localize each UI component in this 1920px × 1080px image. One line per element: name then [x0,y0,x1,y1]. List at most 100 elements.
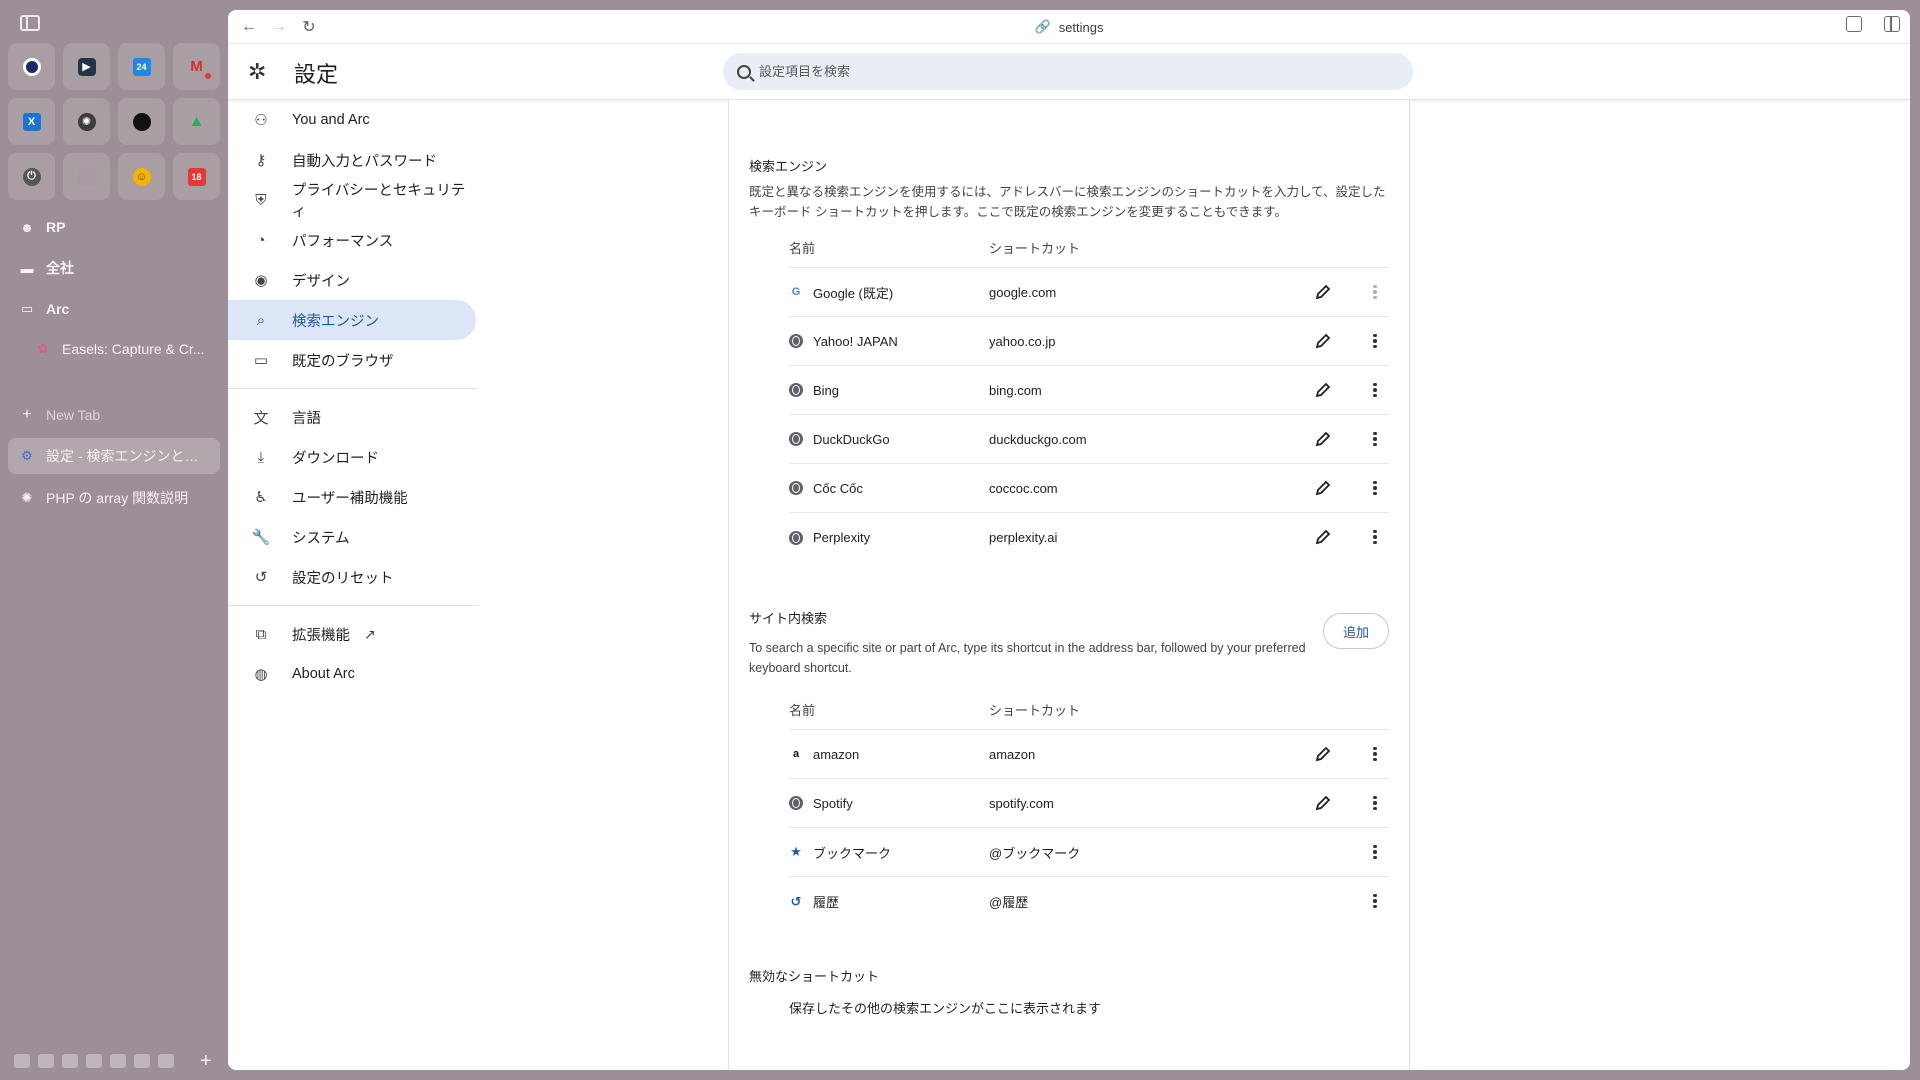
inactive-empty-note: 保存したその他の検索エンジンがここに表示されます [789,1001,1102,1016]
new-tab-button[interactable]: + New Tab [8,397,220,433]
nav-design[interactable]: ◉ デザイン [228,260,476,300]
more-options-icon[interactable] [1369,331,1381,351]
favorite-tile[interactable]: ⏻ [8,153,55,200]
site-name: amazon [813,746,860,762]
external-link-icon: ↗ [364,625,376,642]
space-switch-icon[interactable] [110,1054,126,1068]
nav-extensions[interactable]: ⧉ 拡張機能 ↗ [228,614,476,654]
more-options-icon[interactable] [1369,380,1381,400]
search-icon [737,64,751,79]
favorite-tile[interactable]: M [173,43,220,90]
nav-label: 設定のリセット [292,570,394,587]
favorite-tile[interactable]: ☺ [118,153,165,200]
table-row: Cốc Cốc coccoc.com [789,464,1389,513]
engine-name: Yahoo! JAPAN [813,333,898,349]
edit-icon[interactable] [1313,282,1333,302]
favorite-tile[interactable]: ▲ [173,98,220,145]
more-options-icon[interactable] [1369,282,1381,302]
nav-language[interactable]: 文 言語 [228,397,476,437]
table-row: DuckDuckGo duckduckgo.com [789,415,1389,464]
reset-icon: ↺ [254,569,268,586]
folder-all-company[interactable]: ▬ 全社 [8,250,220,286]
more-options-icon[interactable] [1369,793,1381,813]
nav-search-engine[interactable]: ⌕ 検索エンジン [228,300,476,340]
nav-label: 拡張機能 [292,627,350,644]
edit-icon[interactable] [1313,793,1333,813]
nav-label: デザイン [292,273,350,290]
more-options-icon[interactable] [1369,744,1381,764]
tab-php[interactable]: ✺ PHP の array 関数説明 [8,480,220,516]
favorite-tile[interactable]: 18 [173,153,220,200]
search-input[interactable] [759,64,1359,79]
edit-icon[interactable] [1313,380,1333,400]
favorite-tile[interactable] [63,153,110,200]
edit-icon[interactable] [1313,527,1333,547]
arc-logo-icon: ◍ [254,666,268,683]
nav-system[interactable]: 🔧 システム [228,517,476,557]
favorite-tile[interactable] [8,43,55,90]
favorite-tile[interactable]: ✺ [63,98,110,145]
favorite-tile[interactable]: X [8,98,55,145]
star-icon: ★ [790,844,802,859]
titlebar: ← → ↻ 🔗 settings [228,10,1910,44]
favorite-tile[interactable]: ▶ [63,43,110,90]
more-options-icon[interactable] [1369,429,1381,449]
capture-icon[interactable] [1846,16,1862,32]
space-switch-icon[interactable] [158,1054,174,1068]
table-row: a amazon amazon [789,730,1389,779]
library-icon[interactable] [14,1054,30,1068]
back-button[interactable]: ← [234,14,264,40]
search-icon: ⌕ [256,311,266,329]
engine-name: DuckDuckGo [813,431,890,447]
space-switch-icon[interactable] [134,1054,150,1068]
folder-arc[interactable]: ▭ Arc [8,291,220,327]
edit-icon[interactable] [1313,478,1333,498]
sidebar-toggle-icon[interactable] [20,15,40,31]
google-icon: G [791,286,801,298]
shield-icon: ⛨ [255,191,267,209]
space-rp[interactable]: ☻ RP [8,209,220,245]
split-view-icon[interactable] [1884,16,1900,32]
space-switch-icon[interactable] [38,1054,54,1068]
section-title-inactive: 無効なショートカット [749,969,880,984]
tab-easels[interactable]: ✿ Easels: Capture & Cr... [8,331,220,367]
nav-label: ダウンロード [292,450,379,467]
section-desc-search-engines: 既定と異なる検索エンジンを使用するには、アドレスバーに検索エンジンのショートカッ… [749,185,1386,219]
space-switch-icon[interactable] [86,1054,102,1068]
folder-open-icon: ▭ [20,301,34,316]
nav-label: 既定のブラウザ [292,353,394,370]
add-space-icon[interactable]: + [200,1051,212,1071]
table-header: 名前 ショートカット [789,690,1389,730]
nav-privacy[interactable]: ⛨ プライバシーとセキュリティ [228,180,476,220]
globe-icon [789,334,803,348]
nav-performance[interactable]: ◔ パフォーマンス [228,220,476,260]
url-bar[interactable]: 🔗 settings [228,10,1910,44]
nav-autofill[interactable]: ⚷ 自動入力とパスワード [228,140,476,180]
engine-shortcut: google.com [989,284,1057,300]
edit-icon[interactable] [1313,331,1333,351]
download-icon: ⤓ [257,448,265,466]
space-switch-icon[interactable] [62,1054,78,1068]
more-options-icon[interactable] [1369,842,1381,862]
more-options-icon[interactable] [1369,891,1381,911]
settings-search[interactable] [723,53,1413,90]
nav-default-browser[interactable]: ▭ 既定のブラウザ [228,340,476,380]
forward-button[interactable]: → [264,14,294,40]
nav-downloads[interactable]: ⤓ ダウンロード [228,437,476,477]
nav-you-and-arc[interactable]: ⚇ You and Arc [228,100,476,140]
more-options-icon[interactable] [1369,527,1381,547]
favorite-tile[interactable]: 24 [118,43,165,90]
tab-settings[interactable]: ⚙ 設定 - 検索エンジンとサ... [8,438,220,474]
reload-button[interactable]: ↻ [294,14,324,40]
edit-icon[interactable] [1313,429,1333,449]
link-icon: 🔗 [1034,19,1051,34]
more-options-icon[interactable] [1369,478,1381,498]
nav-about-arc[interactable]: ◍ About Arc [228,654,476,694]
nav-accessibility[interactable]: ♿ ユーザー補助機能 [228,477,476,517]
google-drive-icon: ▲ [188,112,205,130]
edit-icon[interactable] [1313,744,1333,764]
favorite-tile[interactable] [118,98,165,145]
nav-reset[interactable]: ↺ 設定のリセット [228,557,476,597]
blank-app-icon [77,167,96,186]
add-site-search-button[interactable]: 追加 [1323,613,1389,649]
